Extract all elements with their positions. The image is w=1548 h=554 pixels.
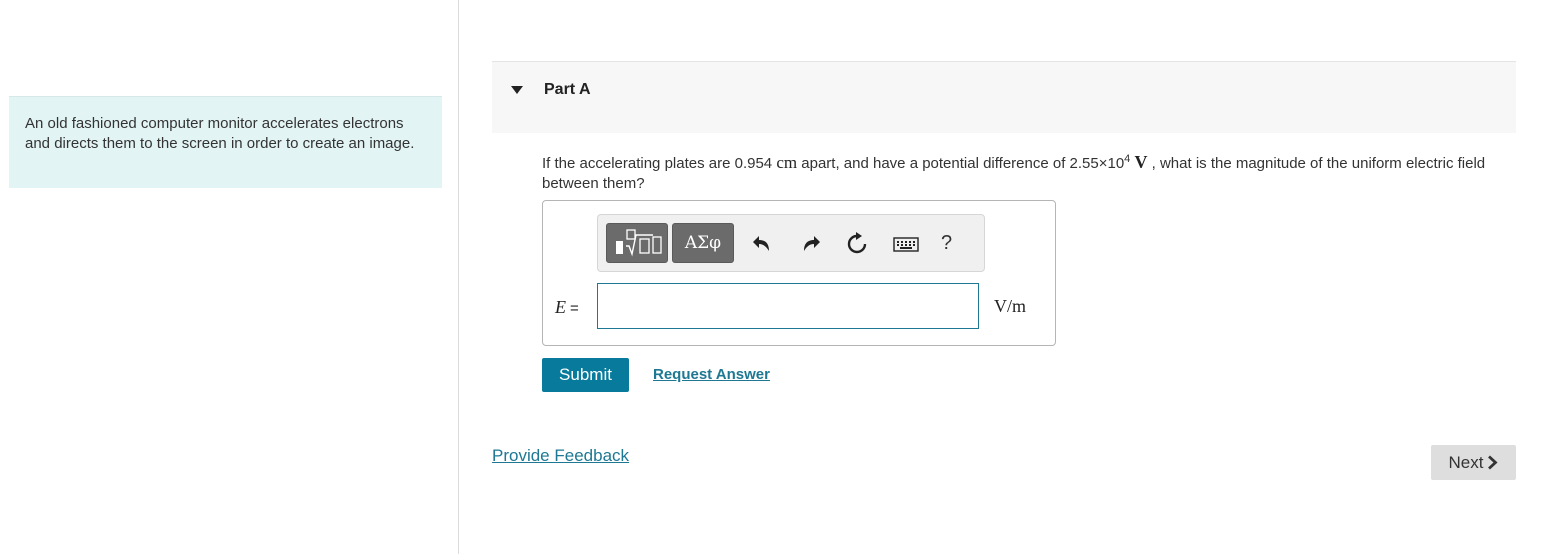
keyboard-icon[interactable] [892, 231, 920, 257]
templates-icon [616, 229, 662, 257]
help-icon[interactable]: ? [941, 232, 952, 255]
question-text: If the accelerating plates are 0.954 cm … [542, 149, 1502, 194]
redo-icon[interactable] [797, 231, 823, 257]
page: An old fashioned computer monitor accele… [0, 0, 1548, 554]
part-header[interactable]: Part A [492, 61, 1516, 133]
math-toolbar: ΑΣφ ? [597, 214, 985, 272]
next-label: Next [1448, 452, 1484, 472]
answer-box: ΑΣφ ? E = V/m [542, 200, 1056, 346]
problem-intro: An old fashioned computer monitor accele… [9, 96, 442, 188]
unit-volt: V [1134, 152, 1148, 172]
answer-unit: V/m [994, 296, 1027, 316]
potential-difference-exponent: 4 [1124, 153, 1131, 165]
question-text-middle: apart, and have a potential difference o… [797, 155, 1070, 172]
unit-cm: cm [776, 153, 798, 172]
problem-intro-text: An old fashioned computer monitor accele… [25, 115, 415, 152]
column-divider [458, 0, 459, 554]
request-answer-link[interactable]: Request Answer [653, 366, 770, 383]
equals-sign: = [570, 300, 579, 317]
chevron-right-icon [1488, 454, 1499, 470]
part-title: Part A [544, 81, 591, 98]
submit-button[interactable]: Submit [542, 358, 629, 392]
question-text-before: If the accelerating plates are 0.954 [542, 155, 777, 172]
potential-difference-value: 2.55×104 [1069, 153, 1131, 172]
next-button[interactable]: Next [1431, 445, 1516, 480]
templates-button[interactable] [606, 223, 668, 263]
greek-letters-button[interactable]: ΑΣφ [672, 223, 734, 263]
caret-down-icon[interactable] [511, 86, 523, 94]
potential-difference-mantissa: 2.55×10 [1069, 155, 1125, 172]
answer-input[interactable] [597, 283, 979, 329]
reset-icon[interactable] [844, 231, 870, 257]
variable-label: E = [555, 297, 579, 318]
undo-icon[interactable] [750, 231, 776, 257]
variable-symbol: E [555, 297, 566, 317]
provide-feedback-link[interactable]: Provide Feedback [492, 446, 629, 466]
